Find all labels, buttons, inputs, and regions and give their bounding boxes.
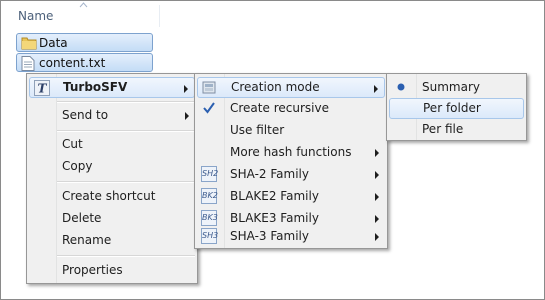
turbosfv-icon: T	[34, 80, 50, 96]
file-name: Data	[39, 36, 68, 50]
menu-item-more-hash-functions[interactable]: More hash functions	[197, 142, 385, 163]
file-name: content.txt	[39, 56, 106, 70]
blake2-icon: BK2	[201, 188, 218, 204]
text-file-icon	[21, 56, 35, 71]
menu-item-create-recursive[interactable]: Create recursive	[197, 98, 385, 119]
menu-item-per-file[interactable]: Per file	[389, 119, 524, 140]
column-header[interactable]: Name	[2, 2, 543, 28]
creation-mode-icon	[202, 80, 218, 96]
menu-item-send-to[interactable]: Send to	[29, 105, 195, 126]
submenu-arrow-icon	[375, 171, 379, 179]
submenu-arrow-icon	[374, 85, 378, 93]
menu-item-turbosfv[interactable]: T TurboSFV	[29, 77, 195, 98]
creation-mode-submenu: Summary Per folder Per file	[386, 73, 527, 141]
menu-item-creation-mode[interactable]: Creation mode	[197, 77, 385, 98]
submenu-arrow-icon	[375, 233, 379, 241]
submenu-arrow-icon	[375, 193, 379, 201]
menu-item-rename[interactable]: Rename	[29, 230, 195, 251]
sha2-icon: SH2	[201, 166, 218, 182]
menu-item-properties[interactable]: Properties	[29, 260, 195, 281]
sort-arrow-icon	[79, 2, 88, 8]
svg-text:T: T	[38, 82, 48, 96]
submenu-arrow-icon	[375, 215, 379, 223]
menu-item-sha3-family[interactable]: SH3 SHA-3 Family	[197, 226, 385, 247]
context-menu: T TurboSFV Send to Cut Copy Create short…	[26, 73, 198, 284]
file-item-content[interactable]: content.txt	[16, 53, 153, 72]
menu-item-sha2-family[interactable]: SH2 SHA-2 Family	[197, 164, 385, 185]
explorer-window: Name Data content.txt T TurboSFV Send to…	[0, 0, 545, 300]
menu-item-per-folder[interactable]: Per folder	[389, 98, 524, 119]
folder-icon	[21, 37, 37, 50]
menu-item-copy[interactable]: Copy	[29, 156, 195, 177]
menu-item-use-filter[interactable]: Use filter	[197, 120, 385, 141]
menu-item-delete[interactable]: Delete	[29, 208, 195, 229]
checkmark-icon	[201, 100, 217, 116]
file-item-data[interactable]: Data	[16, 33, 153, 52]
turbosfv-submenu: Creation mode Create recursive Use filte…	[194, 73, 388, 249]
menu-item-blake2-family[interactable]: BK2 BLAKE2 Family	[197, 186, 385, 207]
menu-item-create-shortcut[interactable]: Create shortcut	[29, 186, 195, 207]
blake3-icon: BK3	[201, 210, 218, 226]
column-header-name[interactable]: Name	[18, 9, 53, 23]
menu-item-cut[interactable]: Cut	[29, 134, 195, 155]
submenu-arrow-icon	[184, 85, 188, 93]
radio-selected-icon	[393, 79, 409, 95]
sha3-icon: SH3	[201, 228, 218, 244]
submenu-arrow-icon	[185, 112, 189, 120]
column-divider[interactable]	[159, 5, 160, 27]
submenu-arrow-icon	[375, 149, 379, 157]
menu-item-summary[interactable]: Summary	[389, 77, 524, 98]
